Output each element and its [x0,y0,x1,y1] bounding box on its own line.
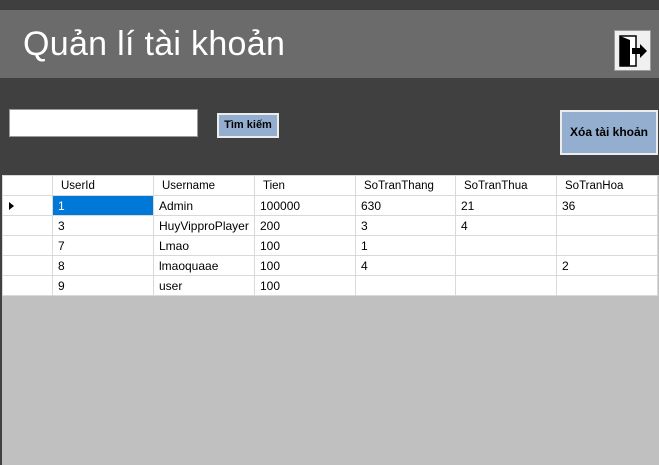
column-header-sotranthang[interactable]: SoTranThang [355,175,456,196]
table-cell[interactable] [455,255,557,276]
window-top-strip [0,0,659,10]
table-cell[interactable]: 8 [52,255,154,276]
table-cell[interactable]: user [153,275,255,296]
table-cell[interactable]: 1 [52,195,154,216]
table-cell[interactable] [556,215,658,236]
accounts-grid[interactable]: UserId Username Tien SoTranThang SoTranT… [2,175,659,465]
table-cell[interactable]: 21 [455,195,557,216]
table-cell[interactable]: 4 [355,255,456,276]
accounts-table: UserId Username Tien SoTranThang SoTranT… [2,175,658,296]
exit-door-icon [619,35,647,67]
row-header[interactable] [2,235,53,256]
table-cell[interactable]: 3 [52,215,154,236]
exit-button[interactable] [614,30,651,71]
table-cell[interactable]: 100 [254,255,356,276]
table-cell[interactable]: 100 [254,235,356,256]
column-header-sotranthua[interactable]: SoTranThua [455,175,557,196]
table-cell[interactable]: HuyVipproPlayer [153,215,255,236]
table-cell[interactable]: 36 [556,195,658,216]
search-button[interactable]: Tìm kiếm [217,113,279,138]
toolbar: Tìm kiếm Xóa tài khoản [0,78,659,175]
table-cell[interactable]: 200 [254,215,356,236]
table-cell[interactable]: 9 [52,275,154,296]
row-header-corner[interactable] [2,175,53,196]
table-cell[interactable] [355,275,456,296]
row-header[interactable] [2,275,53,296]
table-cell[interactable]: 630 [355,195,456,216]
column-header-tien[interactable]: Tien [254,175,356,196]
table-cell[interactable]: Admin [153,195,255,216]
table-row[interactable]: 1 Admin 100000 630 21 36 [2,195,658,216]
table-cell[interactable]: 100000 [254,195,356,216]
table-cell[interactable]: 3 [355,215,456,236]
table-cell[interactable]: 2 [556,255,658,276]
page-title: Quản lí tài khoản [23,25,286,63]
table-cell[interactable]: 100 [254,275,356,296]
table-cell[interactable]: 7 [52,235,154,256]
header-bar: Quản lí tài khoản [0,10,659,78]
table-cell[interactable]: 1 [355,235,456,256]
row-header[interactable] [2,215,53,236]
table-row[interactable]: 8 lmaoquaae 100 4 2 [2,255,658,276]
column-header-sotranhoa[interactable]: SoTranHoa [556,175,658,196]
delete-account-button[interactable]: Xóa tài khoản [560,110,658,155]
table-cell[interactable] [556,235,658,256]
search-input[interactable] [9,109,198,137]
table-cell[interactable]: 4 [455,215,557,236]
table-row[interactable]: 7 Lmao 100 1 [2,235,658,256]
table-cell[interactable]: Lmao [153,235,255,256]
table-row[interactable]: 3 HuyVipproPlayer 200 3 4 [2,215,658,236]
table-cell[interactable] [455,275,557,296]
table-row[interactable]: 9 user 100 [2,275,658,296]
table-cell[interactable] [455,235,557,256]
table-cell[interactable]: lmaoquaae [153,255,255,276]
row-header[interactable] [2,195,53,216]
table-cell[interactable] [556,275,658,296]
current-row-pointer-icon [9,202,14,210]
column-header-userid[interactable]: UserId [52,175,154,196]
row-header[interactable] [2,255,53,276]
column-header-username[interactable]: Username [153,175,255,196]
header-row: UserId Username Tien SoTranThang SoTranT… [2,175,658,196]
